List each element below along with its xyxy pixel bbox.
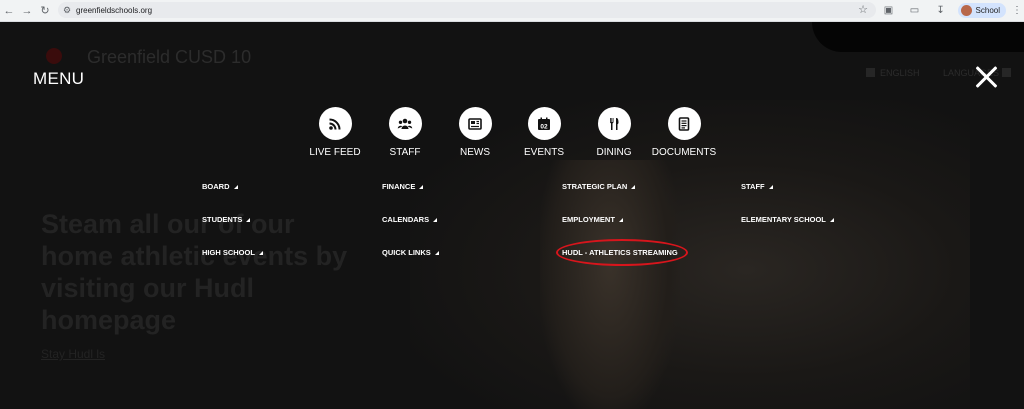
profile-name: School (975, 6, 1000, 15)
expand-triangle-icon (829, 217, 834, 222)
expand-triangle-icon (631, 184, 636, 189)
expand-triangle-icon (434, 250, 439, 255)
address-bar[interactable]: ⚙ greenfieldschools.org ☆ (58, 2, 876, 18)
menu-link-finance[interactable]: FINANCE (382, 182, 424, 191)
header-shape (812, 22, 1024, 52)
browser-toolbar: ← → ↻ ⚙ greenfieldschools.org ☆ ▣ ▭ ↧ Sc… (0, 0, 1024, 22)
reload-icon[interactable]: ↻ (36, 2, 54, 20)
site-info-icon[interactable]: ⚙ (58, 5, 76, 16)
globe-icon (866, 68, 875, 77)
hero-link: Stay Hudl ls (41, 347, 106, 361)
profile-button[interactable]: School (957, 3, 1006, 18)
quick-link-staff[interactable]: STAFF (365, 107, 445, 158)
menu-link-calendars[interactable]: CALENDARS (382, 215, 438, 224)
quick-link-dining[interactable]: DINING (574, 107, 654, 158)
site-logo (46, 48, 62, 64)
avatar (960, 5, 972, 16)
expand-triangle-icon (433, 217, 438, 222)
menu-link-elementary-school[interactable]: ELEMENTARY SCHOOL (741, 215, 834, 224)
back-icon[interactable]: ← (0, 2, 18, 20)
menu-link-board[interactable]: BOARD (202, 182, 238, 191)
languages-icon (1002, 68, 1011, 77)
bookmark-star-icon[interactable]: ☆ (858, 3, 868, 16)
hero-heading: Steam all our of our home athletic event… (41, 209, 348, 335)
url-text: greenfieldschools.org (76, 5, 153, 15)
newspaper-icon (458, 107, 492, 140)
site-title: Greenfield CUSD 10 (87, 47, 252, 67)
forward-icon[interactable]: → (18, 2, 36, 20)
page-content: Greenfield CUSD 10 ENGLISH LANGUAGES Ste… (0, 22, 1024, 409)
menu-link-high-school[interactable]: HIGH SCHOOL (202, 248, 263, 257)
expand-triangle-icon (419, 184, 424, 189)
calendar-icon: 02 (527, 107, 561, 140)
expand-triangle-icon (233, 184, 238, 189)
quick-link-live-feed[interactable]: LIVE FEED (295, 107, 375, 158)
more-menu-icon[interactable]: ⋮ (1010, 5, 1024, 16)
expand-triangle-icon (246, 217, 251, 222)
menu-link-employment[interactable]: EMPLOYMENT (562, 215, 623, 224)
cast-icon[interactable]: ▭ (902, 5, 928, 16)
quick-link-documents[interactable]: DOCUMENTS (644, 107, 724, 158)
fork-knife-icon (597, 107, 631, 140)
people-icon (388, 107, 422, 140)
quick-link-events[interactable]: 02 EVENTS (504, 107, 584, 158)
extensions-icon[interactable]: ▣ (876, 5, 902, 16)
expand-triangle-icon (768, 184, 773, 189)
calendar-day: 02 (540, 123, 548, 130)
menu-link-students[interactable]: STUDENTS (202, 215, 251, 224)
menu-title: MENU (33, 69, 85, 88)
english-link: ENGLISH (880, 68, 920, 78)
expand-triangle-icon (258, 250, 263, 255)
highlight-annotation-ring (556, 239, 688, 266)
menu-link-strategic-plan[interactable]: STRATEGIC PLAN (562, 182, 636, 191)
download-icon[interactable]: ↧ (928, 5, 954, 16)
document-icon (667, 107, 701, 140)
expand-triangle-icon (618, 217, 623, 222)
menu-link-quick-links[interactable]: QUICK LINKS (382, 248, 439, 257)
quick-link-news[interactable]: NEWS (435, 107, 515, 158)
rss-icon (318, 107, 352, 140)
close-icon[interactable] (973, 64, 999, 90)
menu-link-staff[interactable]: STAFF (741, 182, 773, 191)
